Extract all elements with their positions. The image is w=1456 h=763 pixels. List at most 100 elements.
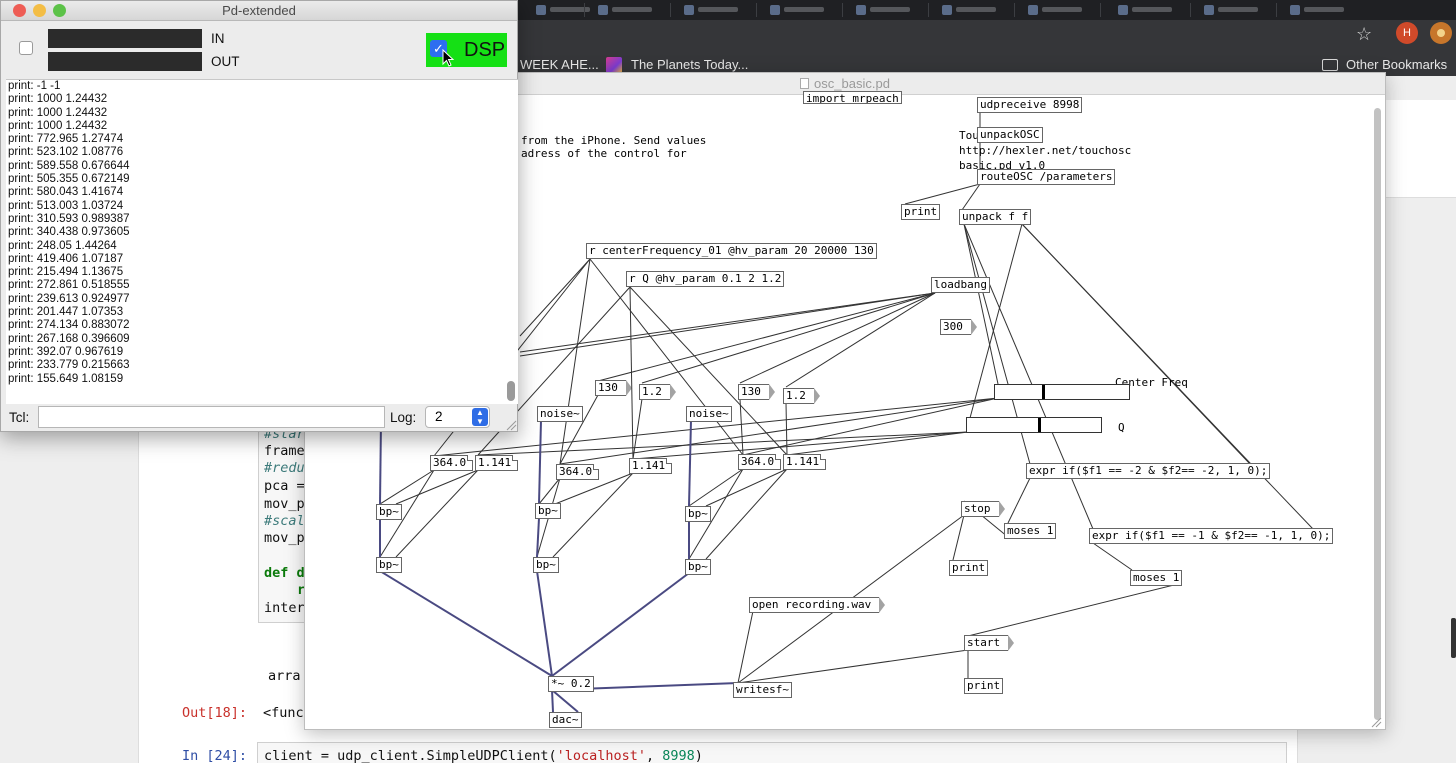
out-label: OUT	[211, 54, 240, 69]
console-line: print: 155.649 1.08159	[8, 372, 124, 385]
profile-avatar[interactable]: H	[1396, 22, 1418, 44]
in-label: IN	[211, 31, 225, 46]
object-moses[interactable]: moses 1	[1004, 523, 1057, 539]
browser-tab[interactable]	[592, 3, 662, 17]
console-line: print: 340.438 0.973605	[8, 226, 130, 239]
console-scrollbar[interactable]	[507, 381, 515, 401]
object-writesf[interactable]: writesf~	[733, 682, 792, 698]
object-bp[interactable]: bp~	[685, 559, 711, 575]
object-bp[interactable]: bp~	[535, 503, 561, 519]
bookmark-planets[interactable]: The Planets Today...	[631, 57, 748, 72]
browser-tab[interactable]	[1022, 3, 1092, 17]
slider-knob[interactable]	[1042, 385, 1045, 399]
object-print[interactable]: print	[964, 678, 1004, 694]
number-box[interactable]: 1.141	[783, 454, 827, 470]
object-multiply[interactable]: *~ 0.2	[548, 676, 594, 692]
pd-main-window[interactable]: Pd-extended IN OUT ✓ DSP print: -1 -1 pri…	[0, 0, 518, 432]
mouse-cursor-icon	[442, 49, 455, 67]
object-loadbang[interactable]: loadbang	[931, 277, 990, 293]
object-print[interactable]: print	[901, 204, 941, 220]
page-scrollbar[interactable]	[1451, 618, 1456, 658]
out-meter	[48, 52, 202, 71]
message-1-2[interactable]: 1.2	[783, 388, 820, 404]
patch-scrollbar[interactable]	[1374, 108, 1381, 720]
object-unpack[interactable]: unpack f f	[959, 209, 1032, 225]
bookmark-star-icon[interactable]: ☆	[1356, 24, 1372, 45]
slider-q[interactable]	[966, 417, 1102, 433]
object-moses[interactable]: moses 1	[1130, 570, 1183, 586]
console-line: print: 201.447 1.07353	[8, 306, 124, 319]
number-box[interactable]: 1.141	[629, 458, 673, 474]
number-box[interactable]: 1.141	[475, 455, 519, 471]
object-bp[interactable]: bp~	[376, 504, 402, 520]
console-line: print: 248.05 1.44264	[8, 239, 117, 252]
minimize-icon[interactable]	[33, 4, 46, 17]
log-level-select[interactable]: 2 ▲ ▼	[425, 406, 490, 428]
object-bp[interactable]: bp~	[376, 557, 402, 573]
object-udpreceive[interactable]: udpreceive 8998	[977, 97, 1083, 113]
extension-icon[interactable]	[1430, 22, 1452, 44]
object-expr[interactable]: expr if($f1 == -2 & $f2== -2, 1, 0);	[1026, 463, 1271, 479]
object-import[interactable]: import mrpeach	[803, 91, 902, 104]
message-130[interactable]: 130	[738, 384, 775, 400]
close-icon[interactable]	[13, 4, 26, 17]
pd-main-titlebar[interactable]: Pd-extended	[1, 1, 517, 21]
patch-comment: http://hexler.net/touchosc	[959, 144, 1132, 157]
patch-title: osc_basic.pd	[814, 76, 890, 91]
object-bp[interactable]: bp~	[533, 557, 559, 573]
browser-tab[interactable]	[678, 3, 748, 17]
object-routeosc[interactable]: routeOSC /parameters	[977, 169, 1116, 185]
browser-tab[interactable]	[936, 3, 1006, 17]
browser-tab[interactable]	[1112, 3, 1182, 17]
patch-comment: Tou	[959, 129, 979, 142]
object-bp[interactable]: bp~	[685, 506, 711, 522]
dsp-toggle[interactable]: ✓ DSP	[426, 33, 507, 67]
object-unpackosc[interactable]: unpackOSC	[977, 127, 1043, 143]
console-line: print: 505.355 0.672149	[8, 173, 130, 186]
console-line: print: 419.406 1.07187	[8, 252, 124, 265]
console-line: print: 392.07 0.967619	[8, 345, 124, 358]
maximize-icon[interactable]	[53, 4, 66, 17]
resize-grip-icon[interactable]	[505, 419, 517, 431]
object-receive-q[interactable]: r Q @hv_param 0.1 2 1.2	[626, 271, 785, 287]
bookmark-week[interactable]: WEEK AHE...	[520, 57, 599, 72]
slider-knob[interactable]	[1038, 418, 1041, 432]
slider-center-freq[interactable]	[994, 384, 1130, 400]
out-prompt: Out[18]:	[182, 705, 248, 721]
message-300[interactable]: 300	[940, 319, 977, 335]
object-dac[interactable]: dac~	[549, 712, 582, 728]
console-line: print: 233.779 0.215663	[8, 359, 130, 372]
console-line: print: 772.965 1.27474	[8, 133, 124, 146]
console-line: print: 580.043 1.41674	[8, 186, 124, 199]
number-box[interactable]: 364.0	[556, 464, 600, 480]
patch-comment: adress of the control for	[521, 147, 687, 160]
browser-tab[interactable]	[530, 3, 600, 17]
number-box[interactable]: 364.0	[430, 455, 474, 471]
console-output[interactable]: print: -1 -1 print: 1000 1.24432 print: 10…	[6, 79, 518, 404]
browser-tab[interactable]	[1284, 3, 1354, 17]
message-130[interactable]: 130	[595, 380, 632, 396]
browser-tab[interactable]	[850, 3, 920, 17]
code-line: mov_p	[264, 530, 305, 546]
bookmark-other[interactable]: Other Bookmarks	[1346, 57, 1447, 72]
object-print[interactable]: print	[949, 560, 989, 576]
screen: ☆ H WEEK AHE... The Planets Today... Oth…	[0, 0, 1456, 763]
message-open-recording[interactable]: open recording.wav	[749, 597, 886, 613]
object-expr[interactable]: expr if($f1 == -1 & $f2== -1, 1, 0);	[1089, 528, 1334, 544]
message-1-2[interactable]: 1.2	[639, 384, 676, 400]
message-stop[interactable]: stop	[961, 501, 1004, 517]
log-label: Log:	[390, 410, 417, 425]
browser-tab[interactable]	[1198, 3, 1268, 17]
planets-favicon-icon	[606, 57, 622, 73]
tcl-label: Tcl:	[9, 410, 30, 425]
object-noise[interactable]: noise~	[686, 406, 732, 422]
audio-meter-checkbox[interactable]	[19, 41, 33, 55]
object-receive-center-frequency[interactable]: r centerFrequency_01 @hv_param 20 20000 …	[586, 243, 877, 259]
tcl-input[interactable]	[38, 406, 385, 428]
object-noise[interactable]: noise~	[537, 406, 583, 422]
message-start[interactable]: start	[964, 635, 1015, 651]
console-line: print: 1000 1.24432	[8, 119, 108, 132]
number-box[interactable]: 364.0	[738, 454, 782, 470]
browser-tab[interactable]	[764, 3, 834, 17]
resize-grip-icon[interactable]	[1370, 716, 1382, 728]
